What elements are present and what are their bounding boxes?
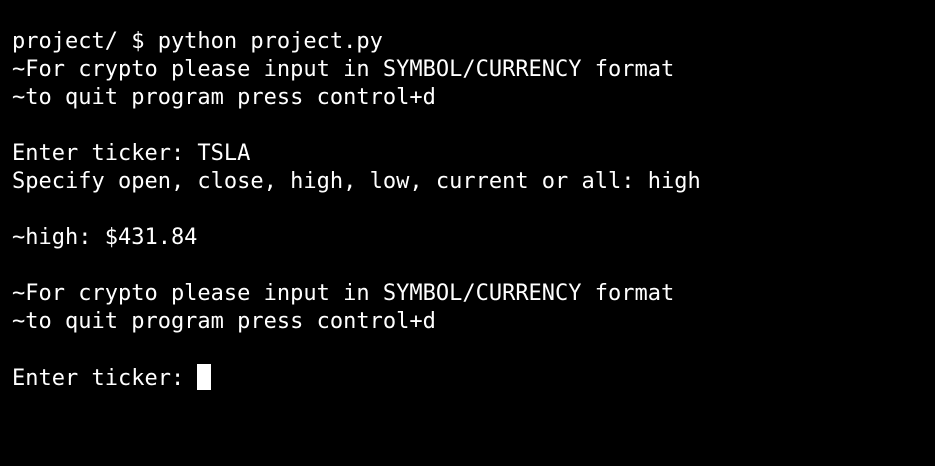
specify-prompt-line: Specify open, close, high, low, current … [12,169,701,194]
terminal-window[interactable]: project/ $ python project.py ~For crypto… [0,0,935,466]
crypto-hint-line: ~For crypto please input in SYMBOL/CURRE… [12,281,675,306]
crypto-hint-line: ~For crypto please input in SYMBOL/CURRE… [12,57,675,82]
text-cursor [197,364,212,390]
result-line: ~high: $431.84 [12,225,198,250]
ticker-prompt-text: Enter ticker: [12,366,198,391]
active-input-line[interactable]: Enter ticker: [12,364,935,392]
command-line: project/ $ python project.py [12,29,383,54]
quit-hint-line: ~to quit program press control+d [12,85,436,110]
quit-hint-line: ~to quit program press control+d [12,309,436,334]
ticker-prompt-line: Enter ticker: TSLA [12,141,251,166]
